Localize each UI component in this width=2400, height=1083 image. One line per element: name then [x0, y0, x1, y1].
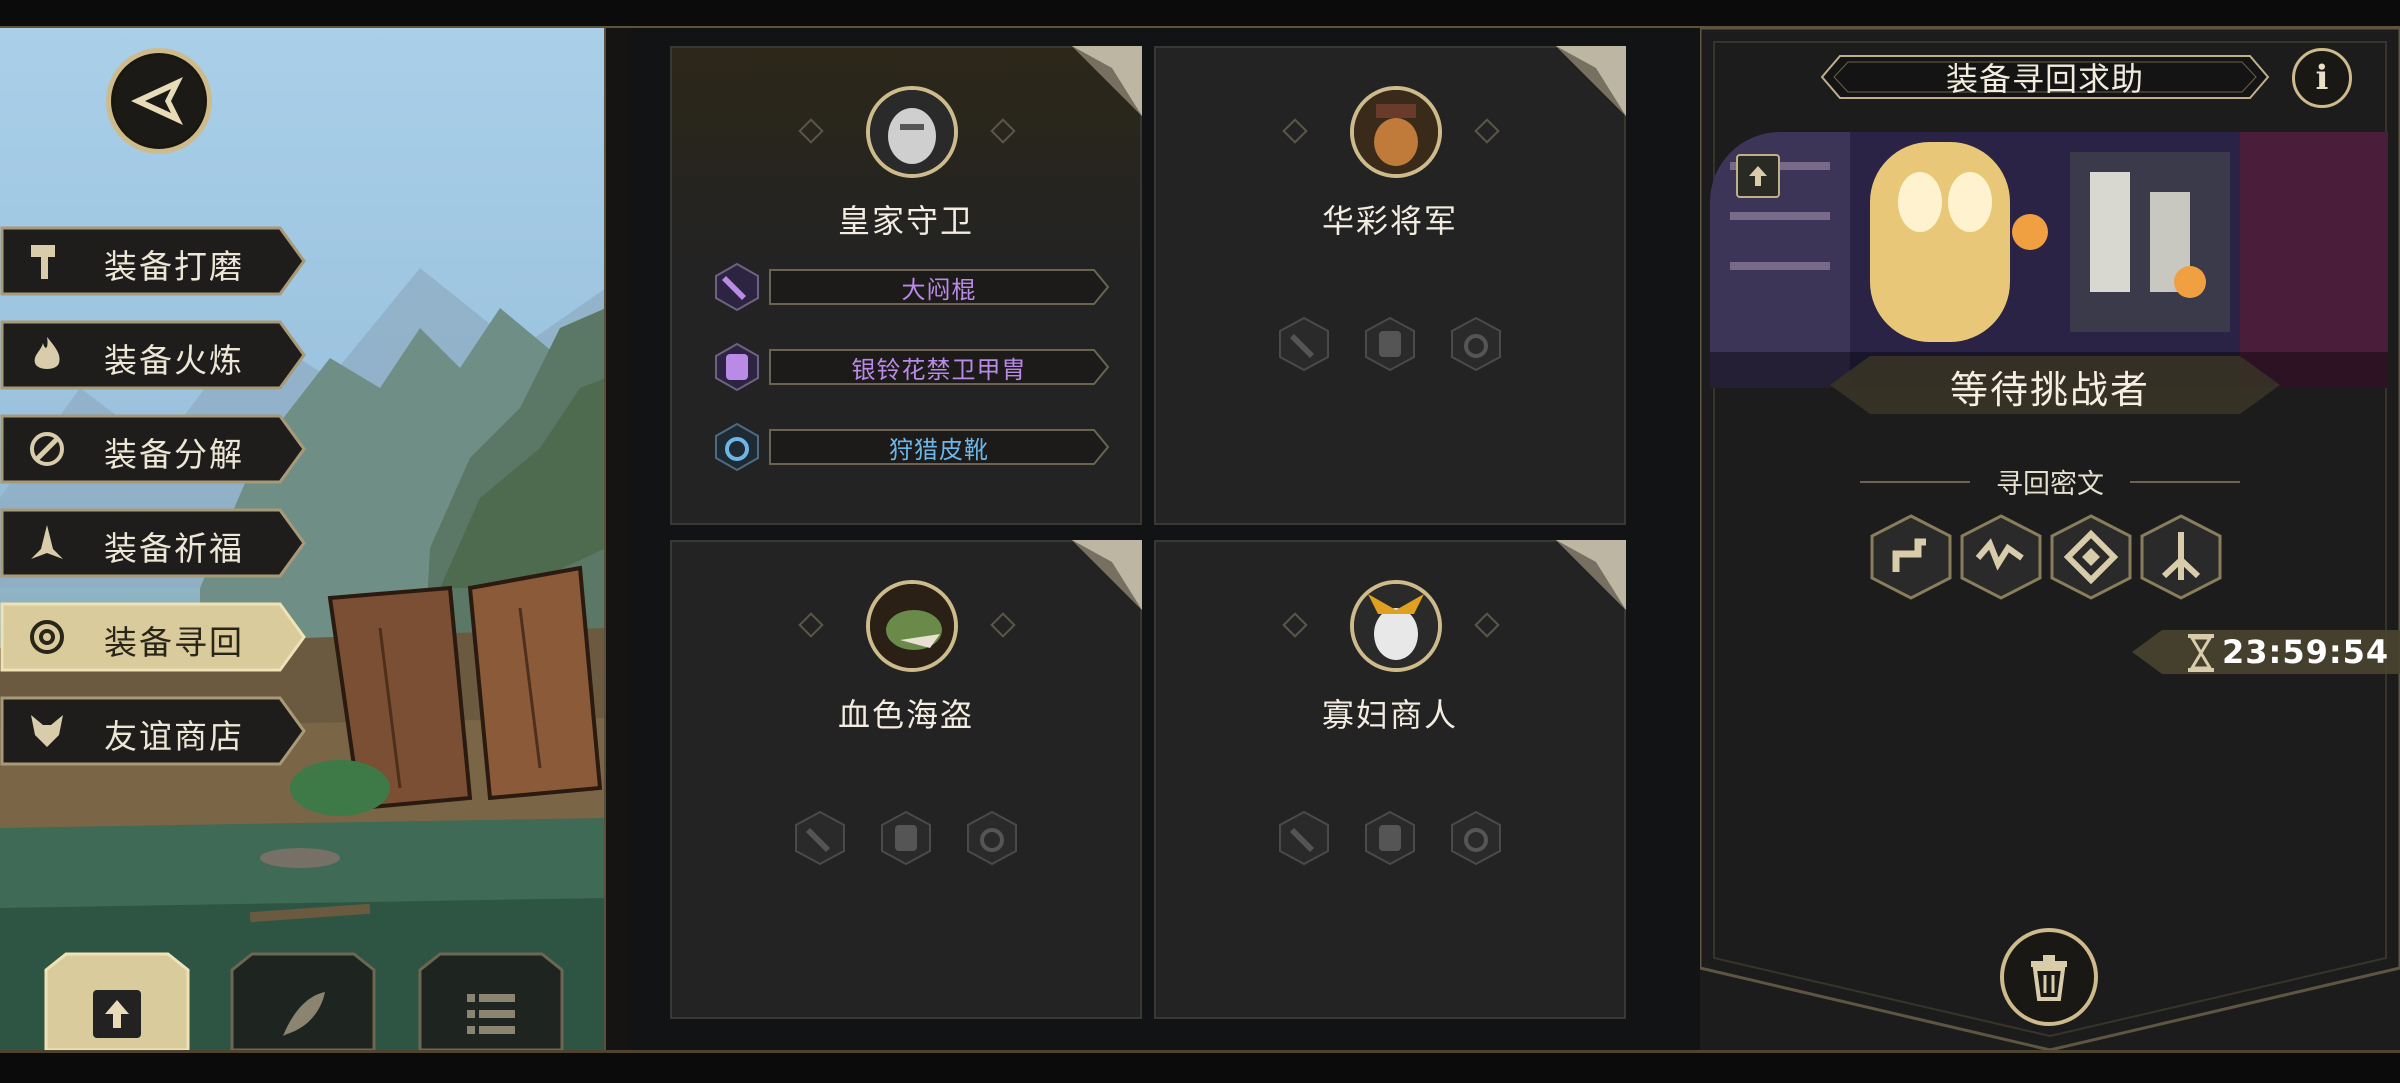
menu-label: 装备分解 — [104, 436, 244, 473]
equipment-row-armor[interactable]: 银铃花禁卫甲胄 — [712, 342, 1112, 392]
menu-label: 友谊商店 — [104, 718, 244, 755]
panel-title: 装备寻回求助 — [1945, 61, 2144, 97]
page-curl-decoration — [1072, 46, 1142, 116]
empty-accessory-slot-icon — [964, 810, 1020, 866]
tab-upload[interactable] — [42, 950, 192, 1052]
empty-accessory-slot-icon — [1448, 316, 1504, 372]
empty-armor-slot-icon — [1362, 810, 1418, 866]
challenger-name: 皇家守卫 — [837, 203, 974, 239]
equipment-row-accessory[interactable]: 狩猎皮靴 — [712, 422, 1112, 472]
challenger-portrait — [1350, 86, 1442, 178]
challenger-name: 血色海盗 — [837, 697, 974, 733]
back-arrow-icon — [131, 77, 183, 125]
ring-icon — [715, 422, 759, 472]
rune-label: 寻回密文 — [1996, 469, 2104, 499]
equipment-name: 狩猎皮靴 — [889, 436, 989, 464]
equipment-slots — [1156, 316, 1624, 372]
challenger-portrait — [1350, 580, 1442, 672]
feather-icon — [273, 984, 333, 1044]
diamond-ornament — [798, 118, 824, 144]
diamond-ornament — [1474, 118, 1500, 144]
page-curl-decoration — [1556, 540, 1626, 610]
hourglass-icon — [2188, 634, 2214, 672]
equipment-name: 大闷棍 — [901, 276, 977, 304]
equipment-name: 银铃花禁卫甲胄 — [851, 356, 1027, 384]
challenger-portrait — [866, 86, 958, 178]
challenger-card[interactable]: 血色海盗 — [670, 540, 1142, 1019]
empty-armor-slot-icon — [878, 810, 934, 866]
upload-file-icon — [87, 984, 147, 1044]
challenger-name: 华彩将军 — [1321, 203, 1458, 239]
menu-item-decompose[interactable]: 装备分解 — [0, 414, 306, 484]
upload-arrow-icon — [1749, 166, 1767, 186]
empty-weapon-slot-icon — [1276, 810, 1332, 866]
challenger-card[interactable]: 寡妇商人 — [1154, 540, 1626, 1019]
rune-3-icon[interactable] — [2048, 514, 2134, 600]
info-icon: i — [2315, 58, 2329, 98]
countdown-timer: 23:59:54 — [2222, 633, 2390, 671]
status-text: 等待挑战者 — [1949, 369, 2150, 412]
empty-armor-slot-icon — [1362, 316, 1418, 372]
sword-icon — [715, 262, 759, 312]
trash-icon — [2031, 955, 2067, 1001]
page-curl-decoration — [1072, 540, 1142, 610]
diamond-ornament — [990, 118, 1016, 144]
diamond-ornament — [1282, 118, 1308, 144]
fox-icon — [24, 708, 70, 754]
menu-label: 装备寻回 — [104, 624, 244, 661]
top-frame-bar — [0, 0, 2400, 29]
challenger-portrait — [866, 580, 958, 672]
flame-icon — [24, 332, 70, 378]
diamond-ornament — [1474, 612, 1500, 638]
info-button[interactable]: i — [2292, 48, 2352, 108]
diamond-ornament — [990, 612, 1016, 638]
rune-1-icon[interactable] — [1868, 514, 1954, 600]
list-icon — [461, 984, 521, 1044]
page-curl-decoration — [1556, 46, 1626, 116]
empty-weapon-slot-icon — [1276, 316, 1332, 372]
menu-item-fire-forge[interactable]: 装备火炼 — [0, 320, 306, 390]
challenger-card[interactable]: 皇家守卫 大闷棍 银铃花禁卫甲胄 狩猎皮靴 — [670, 46, 1142, 525]
equipment-slots — [1156, 810, 1624, 866]
tab-list[interactable] — [416, 950, 566, 1052]
diamond-ornament — [1282, 612, 1308, 638]
diamond-ornament — [798, 612, 824, 638]
tab-feather[interactable] — [228, 950, 378, 1052]
rune-4-icon[interactable] — [2138, 514, 2224, 600]
equipment-slots — [672, 810, 1140, 866]
menu-item-polish[interactable]: 装备打磨 — [0, 226, 306, 296]
menu-label: 装备祈福 — [104, 530, 244, 567]
bottom-frame-bar — [0, 1050, 2400, 1083]
spiral-target-icon — [24, 614, 70, 660]
armor-icon — [715, 342, 759, 392]
rune-2-icon[interactable] — [1958, 514, 2044, 600]
empty-weapon-slot-icon — [792, 810, 848, 866]
menu-label: 装备火炼 — [104, 342, 244, 379]
challenger-name: 寡妇商人 — [1321, 697, 1458, 733]
menu-item-friend-shop[interactable]: 友谊商店 — [0, 696, 306, 766]
back-button[interactable] — [106, 48, 212, 154]
hammer-icon — [24, 238, 70, 284]
trash-button[interactable] — [2000, 928, 2098, 1026]
equipment-row-weapon[interactable]: 大闷棍 — [712, 262, 1112, 312]
menu-item-bless[interactable]: 装备祈福 — [0, 508, 306, 578]
menu-label: 装备打磨 — [104, 248, 244, 285]
menu-item-retrieve[interactable]: 装备寻回 — [0, 602, 306, 672]
empty-accessory-slot-icon — [1448, 810, 1504, 866]
decompose-icon — [24, 426, 70, 472]
upload-small-button[interactable] — [1736, 154, 1780, 198]
challenger-card[interactable]: 华彩将军 — [1154, 46, 1626, 525]
pray-hands-icon — [24, 520, 70, 566]
